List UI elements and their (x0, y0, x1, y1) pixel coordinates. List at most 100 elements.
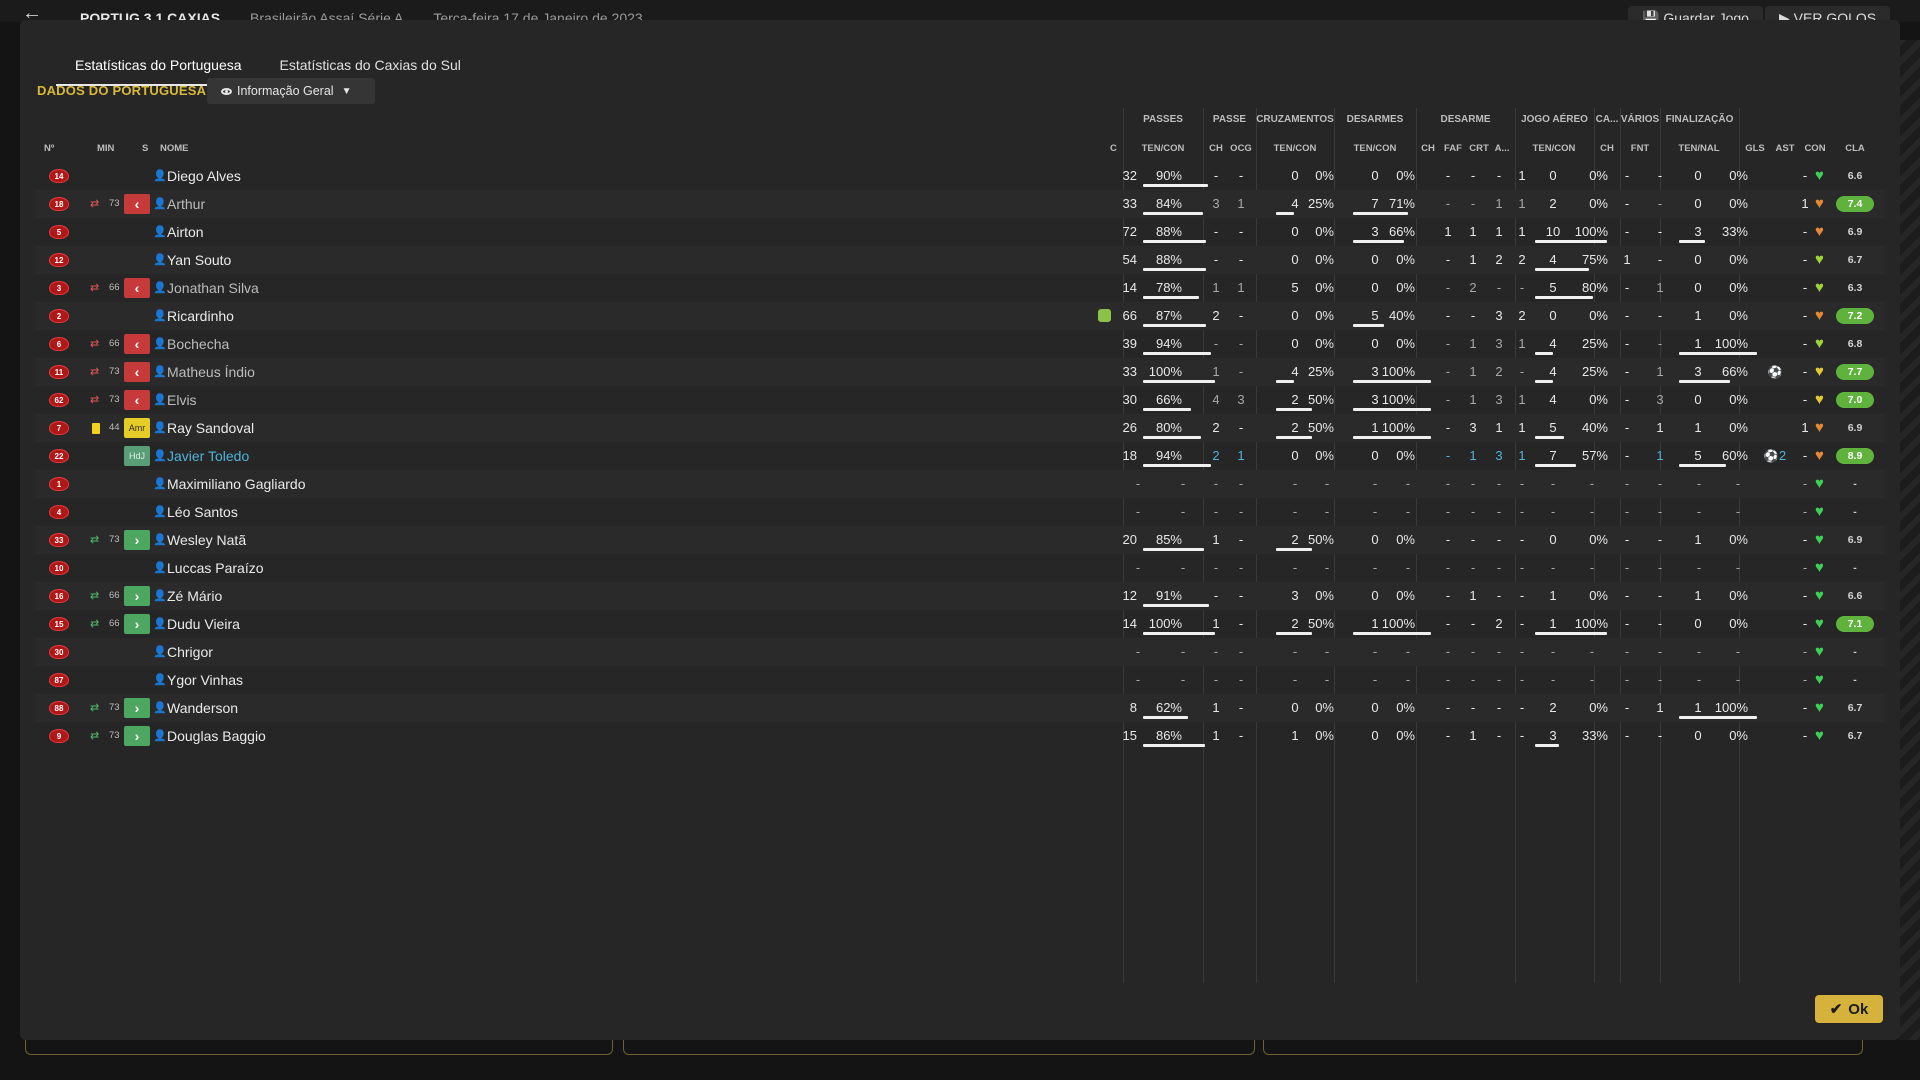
aerial-completion: 0% (1589, 168, 1608, 183)
passes-attempted: 30 (1122, 392, 1137, 407)
column-header-desarme-faf[interactable]: FAF (1444, 143, 1462, 154)
table-row[interactable]: 4 👤 Léo Santos - - - - - - - - - - - - - - - - - - - ♥ - (35, 498, 1885, 526)
passes-completion-bar (1143, 548, 1204, 551)
desarme-faf-value: - (1470, 700, 1476, 715)
player-name[interactable]: Dudu Vieira (167, 610, 240, 638)
player-name[interactable]: Elvis (167, 386, 197, 414)
table-row[interactable]: 22 HdJ 👤 Javier Toledo 18 94% 2 1 0 0% 0 0% -1 3 1 7 57%… (35, 442, 1885, 470)
column-header-cruz-tc[interactable]: TEN/CON (1274, 143, 1317, 154)
column-header-ca-ch[interactable]: CH (1600, 143, 1614, 154)
table-row[interactable]: 12 👤 Yan Souto 54 88% - -0 0% 0 0% -1 2 2 4 75% 1-0 0% - ♥… (35, 246, 1885, 274)
column-header-gls[interactable]: GLS (1745, 143, 1765, 154)
table-row[interactable]: 1 👤 Maximiliano Gagliardo - - - - - - - - - - - - - - - - -… (35, 470, 1885, 498)
table-row[interactable]: 6 ⇄ 66 ‹ 👤 Bochecha 39 94% - -0 0% 0 0% -1 3 1 4 25% - -1 10… (35, 330, 1885, 358)
column-header-s[interactable]: S (142, 143, 148, 154)
group-header-desarmes: DESARMES (1346, 114, 1404, 125)
player-name[interactable]: Ygor Vinhas (167, 666, 243, 694)
column-header-passes-tc[interactable]: TEN/CON (1142, 143, 1185, 154)
player-name[interactable]: Luccas Paraízo (167, 554, 264, 582)
player-name[interactable]: Yan Souto (167, 246, 231, 274)
empty-stat: - (1324, 560, 1330, 575)
person-icon: 👤 (153, 562, 167, 574)
table-row[interactable]: 7 44 Amr 👤 Ray Sandoval 26 80% 2-2 50% 1 100% -3 1 1 5… (35, 414, 1885, 442)
shots-on-target-pct: 33% (1721, 224, 1748, 239)
player-name[interactable]: Bochecha (167, 330, 229, 358)
table-row[interactable]: 11 ⇄ 73 ‹ 👤 Matheus Índio 33 100% 1-4 25% 3 100% -1 2… (35, 358, 1885, 386)
desarme-crt-value: 2 (1495, 616, 1503, 631)
table-row[interactable]: 88 ⇄ 73 › 👤 Wanderson 8 62% 1-0 0% 0 0% - - - -2 0% -1 1 10… (35, 694, 1885, 722)
desarme-faf-value: - (1470, 308, 1476, 323)
empty-stat: - (1405, 560, 1411, 575)
table-row[interactable]: 5 👤 Airton 72 88% - -0 0% 3 66% 1 1 1 1 10 100% - -3 33% - ♥… (35, 218, 1885, 246)
desarme-a-value: - (1519, 364, 1525, 379)
ok-button[interactable]: ✔ Ok (1815, 995, 1883, 1023)
player-name[interactable]: Diego Alves (167, 162, 241, 190)
table-row[interactable]: 87 👤 Ygor Vinhas - - - - - - - - - - - - - - - - - - - ♥ - (35, 666, 1885, 694)
table-row[interactable]: 33 ⇄ 73 › 👤 Wesley Natã 20 85% 1-2 50% 0 0% - - - -0 0% -… (35, 526, 1885, 554)
empty-stat: - (1213, 672, 1219, 687)
condition-heart-icon: ♥ (1815, 251, 1824, 268)
column-header-passe-ocg[interactable]: OCG (1230, 143, 1252, 154)
column-header-min[interactable]: MIN (97, 143, 114, 154)
table-row[interactable]: 3 ⇄ 66 ‹ 👤 Jonathan Silva 14 78% 1 1 5 0% 0 0% -2- -5 80… (35, 274, 1885, 302)
player-name[interactable]: Javier Toledo (167, 442, 249, 470)
column-header-c[interactable]: C (1110, 143, 1117, 154)
column-header-desarmes-tc[interactable]: TEN/CON (1354, 143, 1397, 154)
player-rating: 7.0 (1836, 392, 1874, 408)
crosses-attempted: 1 (1291, 728, 1299, 743)
table-row[interactable]: 16 ⇄ 66 › 👤 Zé Mário 12 91% - -3 0% 0 0% -1- -1 0% - -1 0%… (35, 582, 1885, 610)
minutes-value: 66 (109, 282, 120, 293)
condition-heart-icon: ♥ (1815, 307, 1824, 324)
fnt-value: - (1657, 196, 1663, 211)
column-header-con[interactable]: CON (1804, 143, 1825, 154)
passe-ocg-value: - (1238, 224, 1244, 239)
table-row[interactable]: 30 👤 Chrigor - - - - - - - - - - - - - - - - - - - ♥ - (35, 638, 1885, 666)
player-name[interactable]: Douglas Baggio (167, 722, 266, 750)
player-name[interactable]: Airton (167, 218, 204, 246)
player-name[interactable]: Ray Sandoval (167, 414, 254, 442)
table-row[interactable]: 2 👤 Ricardinho 66 87% 2-0 0% 5 40% - -3 2 0 0% - -1 0% - ♥… (35, 302, 1885, 330)
person-icon: 👤 (153, 226, 167, 238)
crosses-completion: 0% (1315, 168, 1334, 183)
column-header-nome[interactable]: NOME (160, 143, 189, 154)
table-row[interactable]: 14 👤 Diego Alves 32 90% - -0 0% 0 0% - - -1 0 0% - -0 0% -… (35, 162, 1885, 190)
column-header-desarme-ch[interactable]: CH (1421, 143, 1435, 154)
player-name[interactable]: Zé Mário (167, 582, 222, 610)
player-name[interactable]: Jonathan Silva (167, 274, 259, 302)
column-header-passe-ch[interactable]: CH (1209, 143, 1223, 154)
column-header-desarme-crt[interactable]: CRT (1469, 143, 1489, 154)
table-row[interactable]: 62 ⇄ 73 ‹ 👤 Elvis 30 66% 4 3 2 50% 3 100% -1 3 1 4 0% -3 0 0%… (35, 386, 1885, 414)
column-header-ast[interactable]: AST (1776, 143, 1795, 154)
subbed-off-icon: ‹ (124, 278, 150, 298)
player-name[interactable]: Léo Santos (167, 498, 238, 526)
empty-stat: - (1519, 644, 1525, 659)
player-name[interactable]: Wanderson (167, 694, 238, 722)
minutes-value: 66 (109, 618, 120, 629)
player-name[interactable]: Matheus Índio (167, 358, 255, 386)
column-header-aereo-tc[interactable]: TEN/CON (1533, 143, 1576, 154)
crosses-attempted: 0 (1291, 224, 1299, 239)
empty-stat: - (1470, 644, 1476, 659)
passe-ocg-value: - (1238, 420, 1244, 435)
player-name[interactable]: Ricardinho (167, 302, 234, 330)
player-rating: 6.8 (1847, 338, 1863, 350)
player-name[interactable]: Chrigor (167, 638, 213, 666)
column-header-fin-tn[interactable]: TEN/NAL (1678, 143, 1719, 154)
player-name[interactable]: Wesley Natã (167, 526, 246, 554)
column-header-cla[interactable]: CLA (1845, 143, 1865, 154)
column-header-num[interactable]: Nº (44, 143, 54, 154)
aerial-attempted: 0 (1549, 168, 1557, 183)
empty-stat: - (1624, 476, 1630, 491)
table-row[interactable]: 9 ⇄ 73 › 👤 Douglas Baggio 15 86% 1-1 0% 0 0% -1- -3 33… (35, 722, 1885, 750)
table-row[interactable]: 10 👤 Luccas Paraízo - - - - - - - - - - - - - - - - - - - ♥ - (35, 554, 1885, 582)
back-arrow-icon[interactable]: ← (22, 3, 42, 23)
player-name[interactable]: Arthur (167, 190, 205, 218)
table-row[interactable]: 15 ⇄ 66 › 👤 Dudu Vieira 14 100% 1-2 50% 1 100% - -2-1… (35, 610, 1885, 638)
fnt-value: - (1657, 728, 1663, 743)
condition-heart-icon: ♥ (1815, 475, 1824, 492)
crosses-attempted: 0 (1291, 700, 1299, 715)
table-row[interactable]: 18 ⇄ 73 ‹ 👤 Arthur 33 84% 3 1 4 25% 7 71% - -1 1 2 0% - -0 0%… (35, 190, 1885, 218)
column-header-fnt[interactable]: FNT (1631, 143, 1649, 154)
player-name[interactable]: Maximiliano Gagliardo (167, 470, 306, 498)
column-header-desarme-a[interactable]: A... (1495, 143, 1510, 154)
